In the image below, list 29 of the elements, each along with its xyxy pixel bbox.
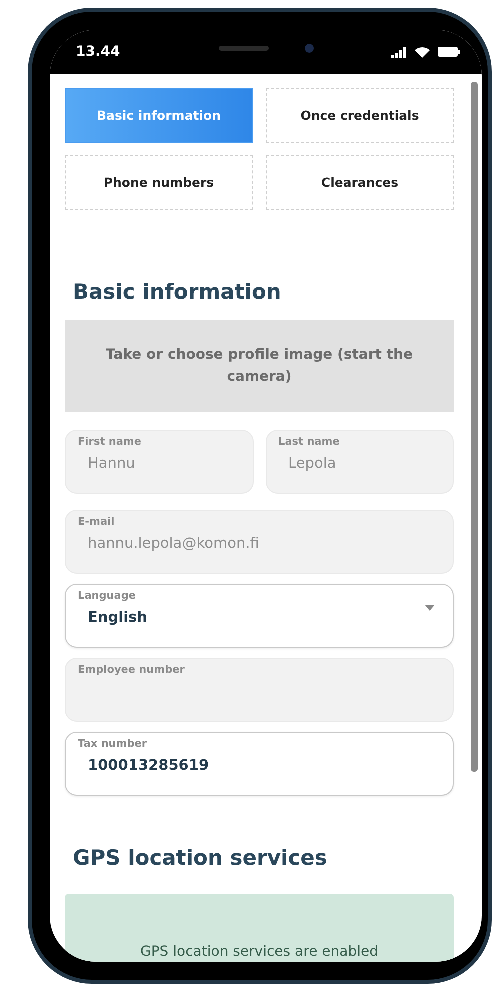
field-label: Last name: [278, 436, 340, 448]
section-heading: Basic information: [73, 280, 282, 304]
caret-icon: [425, 605, 435, 611]
tab[interactable]: Phone numbers: [65, 155, 253, 210]
tab[interactable]: Clearances: [266, 155, 454, 210]
tab[interactable]: Once credentials: [266, 88, 454, 143]
field-label: Employee number: [78, 664, 185, 676]
battery-icon: [438, 47, 460, 57]
signal-icon: [391, 46, 407, 58]
field-label: Tax number: [78, 738, 148, 750]
field-value: Lepola: [288, 456, 336, 472]
field-value: hannu.lepola@komon.fi: [88, 536, 260, 552]
tab[interactable]: Basic information: [65, 88, 253, 143]
field-value: 100013285619: [88, 758, 210, 774]
camera-icon: [304, 44, 314, 52]
section-heading: GPS location services: [73, 846, 328, 870]
status-time: 13.44: [76, 44, 120, 60]
field-value: Hannu: [88, 456, 136, 472]
scrollbar[interactable]: [471, 82, 478, 772]
field-label: First name: [78, 436, 142, 448]
field-label: Language: [78, 590, 136, 602]
speaker-icon: [218, 46, 268, 50]
language-dropdown[interactable]: Language English: [65, 584, 454, 648]
status-text: GPS location services are enabled: [140, 944, 378, 960]
field-label: E-mail: [78, 516, 115, 528]
input-field[interactable]: Tax number 100013285619: [65, 732, 454, 796]
wifi-icon: [415, 46, 430, 58]
profile-image-button[interactable]: Take or choose profile image (start the camera): [65, 320, 454, 412]
field-value: English: [88, 610, 148, 626]
